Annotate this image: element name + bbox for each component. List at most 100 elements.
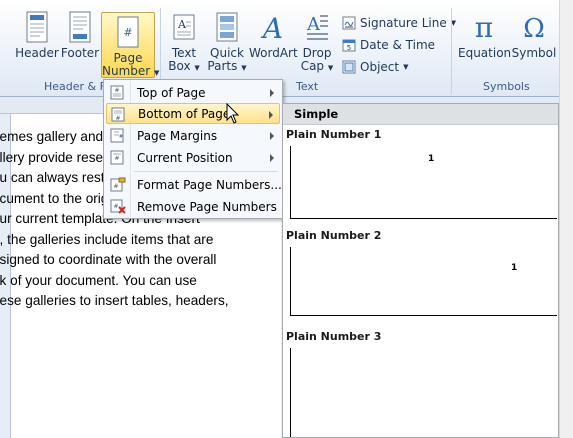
footer-button[interactable]: Footer (60, 10, 100, 60)
group-label-header-footer: Header & F (44, 80, 106, 93)
gallery-item-title: Plain Number 2 (286, 229, 382, 242)
page-number-preview: 1 (428, 154, 435, 164)
menu-item-label: Remove Page Numbers (137, 199, 277, 214)
text-box-icon: A (173, 14, 195, 40)
equation-label: Equation (458, 46, 512, 60)
calendar-icon: 5 (342, 39, 356, 52)
date-time-label: Date & Time (360, 38, 436, 52)
svg-text:#: # (115, 115, 120, 122)
group-label-text: Text (296, 80, 319, 93)
svg-text:A: A (306, 14, 321, 35)
object-label: Object (360, 60, 400, 74)
menu-separator (134, 171, 278, 172)
group-label-symbols: Symbols (483, 80, 530, 93)
drop-cap-label-2: Cap (300, 59, 325, 73)
menu-item-label: Format Page Numbers... (137, 177, 282, 192)
svg-text:#: # (113, 203, 118, 210)
omega-icon: Ω (523, 14, 545, 44)
menu-item-format-page-numbers[interactable]: # Format Page Numbers... (106, 174, 282, 195)
quick-parts-button[interactable]: Quick Parts ▼ (207, 10, 247, 75)
svg-text:Ω: Ω (523, 14, 545, 44)
menu-item-bottom-of-page[interactable]: # Bottom of Page (106, 103, 280, 124)
svg-text:A: A (177, 18, 187, 31)
bottom-of-page-gallery: Simple Plain Number 1 1 Plain Number 2 1… (282, 103, 559, 438)
svg-text:π: π (475, 11, 493, 44)
signature-line-button[interactable]: Signature Line ▼ (342, 14, 456, 32)
submenu-arrow-icon (270, 154, 274, 162)
mouse-cursor-icon (226, 103, 240, 124)
page-number-icon: # (117, 16, 139, 48)
page-number-label-2: Number ▼ (102, 64, 159, 80)
menu-item-top-of-page[interactable]: # Top of Page (106, 82, 280, 103)
footer-icon (69, 11, 91, 43)
page-top-icon: # (110, 85, 124, 100)
text-box-label-2-wrap: Box ▼ (166, 60, 202, 75)
svg-text:#: # (119, 134, 123, 140)
gallery-item-title: Plain Number 3 (286, 330, 382, 343)
drop-cap-button[interactable]: A Drop Cap ▼ (300, 10, 334, 75)
submenu-arrow-icon (270, 89, 274, 97)
header-label: Header (15, 46, 59, 60)
page-number-menu: # Top of Page # Bottom of Page # Page Ma… (103, 79, 283, 219)
page-margins-icon: # (110, 128, 124, 143)
submenu-arrow-icon (270, 132, 274, 140)
menu-item-remove-page-numbers[interactable]: # Remove Page Numbers (106, 196, 280, 217)
gallery-section-title: Simple (294, 107, 339, 121)
document-line: b, the galleries include items that are (0, 231, 214, 247)
drop-cap-label-2-wrap: Cap ▼ (300, 60, 334, 75)
menu-item-current-position[interactable]: # Current Position (106, 147, 280, 168)
dropdown-arrow-icon: ▼ (327, 64, 334, 72)
format-page-numbers-icon: # (110, 177, 126, 192)
text-box-label-2: Box (168, 59, 191, 73)
dropdown-arrow-icon: ▼ (241, 64, 247, 72)
svg-text:#: # (114, 155, 119, 162)
gallery-item-plain-number-2[interactable]: 1 (290, 247, 557, 316)
quick-parts-icon (216, 12, 238, 42)
gallery-item-plain-number-1[interactable]: 1 (290, 146, 557, 219)
menu-item-label: Top of Page (137, 85, 206, 100)
object-button[interactable]: Object ▼ (342, 58, 408, 76)
dropdown-arrow-icon: ▼ (154, 69, 160, 77)
symbol-button[interactable]: Ω Symbol (511, 10, 557, 60)
group-separator (451, 8, 452, 94)
svg-text:#: # (123, 26, 132, 39)
document-line: nese galleries to insert tables, headers… (0, 293, 229, 308)
object-icon (342, 60, 356, 74)
remove-page-numbers-icon: # (110, 199, 126, 214)
menu-item-label: Current Position (137, 150, 233, 165)
wordart-icon: A (260, 12, 283, 44)
dropdown-arrow-icon: ▼ (194, 64, 200, 72)
document-line: esigned to coordinate with the overall (0, 252, 217, 267)
header-button[interactable]: Header (14, 10, 60, 60)
header-icon (26, 11, 48, 43)
current-position-icon: # (110, 150, 124, 165)
svg-text:5: 5 (347, 44, 351, 52)
svg-text:#: # (113, 183, 118, 190)
wordart-label: WordArt (249, 46, 298, 60)
drop-cap-icon: A (306, 14, 328, 40)
gallery-section-header: Simple (283, 104, 558, 125)
gallery-item-title: Plain Number 1 (286, 128, 382, 141)
vertical-scrollbar[interactable] (559, 0, 573, 438)
signature-line-label: Signature Line (360, 16, 447, 30)
footer-label: Footer (60, 46, 100, 60)
menu-item-page-margins[interactable]: # Page Margins (106, 125, 280, 146)
signature-line-icon (342, 16, 356, 30)
date-time-button[interactable]: 5 Date & Time (342, 36, 435, 54)
equation-button[interactable]: π Equation (458, 10, 512, 60)
svg-text:#: # (114, 87, 119, 94)
document-line: ok of your document. You can use (0, 272, 197, 288)
page-number-preview: 1 (511, 263, 518, 273)
pi-icon: π (475, 11, 493, 44)
menu-item-label: Bottom of Page (138, 106, 231, 121)
quick-parts-label-2-wrap: Parts ▼ (207, 60, 247, 75)
page-number-label-2-text: Number (102, 64, 151, 78)
page-number-button[interactable]: # Page Number ▼ (101, 12, 159, 80)
wordart-button[interactable]: A WordArt (249, 10, 298, 60)
menu-item-label: Page Margins (137, 128, 218, 143)
dropdown-arrow-icon: ▼ (403, 63, 409, 71)
gallery-item-plain-number-3[interactable] (290, 348, 557, 437)
submenu-arrow-icon (269, 111, 273, 119)
quick-parts-label-2: Parts (207, 59, 238, 73)
text-box-button[interactable]: A Text Box ▼ (166, 10, 202, 75)
